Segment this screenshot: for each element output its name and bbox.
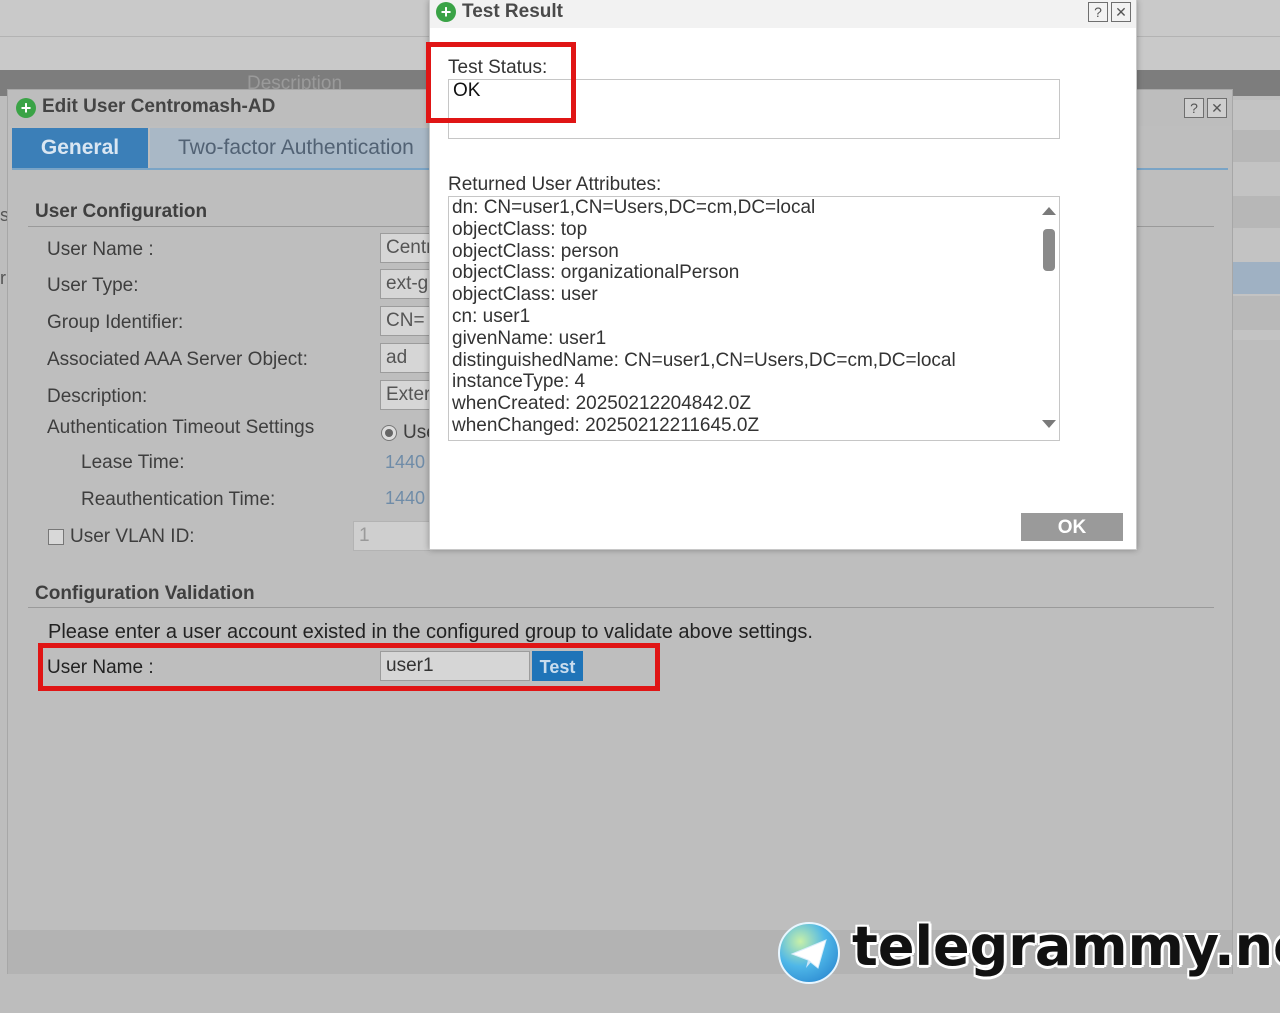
add-icon: + — [436, 2, 456, 22]
background-text-fragment: r — [0, 268, 6, 288]
returned-attributes-label: Returned User Attributes: — [448, 174, 662, 195]
edit-dialog-title: Edit User Centromash-AD — [42, 96, 276, 117]
background-table-row — [1232, 296, 1280, 330]
section-title-configuration-validation: Configuration Validation — [35, 583, 255, 604]
user-vlan-checkbox[interactable] — [48, 529, 64, 545]
tab-two-factor-authentication[interactable]: Two-factor Authentication — [150, 128, 440, 168]
aaa-server-select[interactable]: ad — [380, 343, 430, 373]
attribute-line: objectClass: organizationalPerson — [452, 262, 740, 284]
help-button[interactable]: ? — [1184, 98, 1204, 118]
validation-instruction: Please enter a user account existed in t… — [48, 621, 813, 643]
attributes-list[interactable]: dn: CN=user1,CN=Users,DC=cm,DC=local obje… — [449, 197, 1059, 440]
user-type-select[interactable]: ext-group-user — [380, 269, 430, 299]
background-table-row — [1232, 196, 1280, 228]
attribute-line: dn: CN=user1,CN=Users,DC=cm,DC=local — [452, 197, 816, 218]
user-name-label: User Name : — [47, 239, 154, 260]
auth-timeout-label: Authentication Timeout Settings — [47, 417, 315, 438]
scrollbar-thumb[interactable] — [1043, 229, 1055, 271]
use-default-radio-label: Use — [403, 422, 430, 443]
user-type-label: User Type: — [47, 275, 139, 296]
user-name-field[interactable]: Centromash-AD — [380, 233, 430, 263]
close-button[interactable]: ✕ — [1207, 98, 1227, 118]
description-field[interactable]: External — [380, 380, 430, 410]
help-button[interactable]: ? — [1088, 2, 1108, 22]
attribute-line: objectClass: user — [452, 284, 598, 306]
section-title-user-configuration: User Configuration — [35, 201, 208, 222]
close-button[interactable]: ✕ — [1111, 2, 1131, 22]
telegram-logo-icon — [778, 922, 840, 984]
attribute-line: instanceType: 4 — [452, 371, 586, 393]
attribute-line: givenName: user1 — [452, 327, 607, 349]
validation-user-name-label: User Name : — [47, 657, 154, 678]
description-label: Description: — [47, 386, 148, 407]
add-icon: + — [16, 98, 36, 118]
ok-button[interactable]: OK — [1021, 513, 1123, 541]
scroll-down-arrow-icon[interactable] — [1042, 420, 1056, 428]
aaa-server-label: Associated AAA Server Object: — [47, 349, 308, 370]
test-result-title: Test Result — [462, 1, 564, 22]
highlight-box — [426, 42, 576, 123]
test-button[interactable]: Test — [532, 651, 583, 681]
user-vlan-field[interactable]: 1 — [353, 521, 430, 551]
lease-time-value: 1440 — [385, 452, 426, 472]
use-default-radio[interactable] — [381, 425, 397, 441]
reauthentication-time-value: 1440 — [385, 488, 426, 508]
attribute-line: whenChanged: 20250212211645.0Z — [452, 414, 760, 436]
user-vlan-label: User VLAN ID: — [70, 526, 195, 547]
lease-time-label: Lease Time: — [81, 452, 185, 473]
validation-user-name-input[interactable]: user1 — [380, 651, 530, 681]
attribute-line: objectClass: top — [452, 218, 588, 240]
tab-general[interactable]: General — [12, 128, 148, 168]
scroll-up-arrow-icon[interactable] — [1042, 207, 1056, 215]
attribute-line: whenCreated: 20250212204842.0Z — [452, 393, 751, 415]
attribute-line: objectClass: person — [452, 240, 619, 262]
group-identifier-label: Group Identifier: — [47, 312, 184, 333]
background-table-row-selected — [1232, 262, 1280, 294]
section-divider — [28, 607, 1214, 608]
reauthentication-time-label: Reauthentication Time: — [81, 489, 276, 510]
watermark-text: telegrammy.net — [852, 915, 1280, 978]
group-identifier-field[interactable]: CN= — [380, 306, 430, 336]
attribute-line: cn: user1 — [452, 305, 531, 327]
attribute-line: distinguishedName: CN=user1,CN=Users,DC=… — [452, 349, 956, 371]
background-table-row — [1232, 130, 1280, 162]
